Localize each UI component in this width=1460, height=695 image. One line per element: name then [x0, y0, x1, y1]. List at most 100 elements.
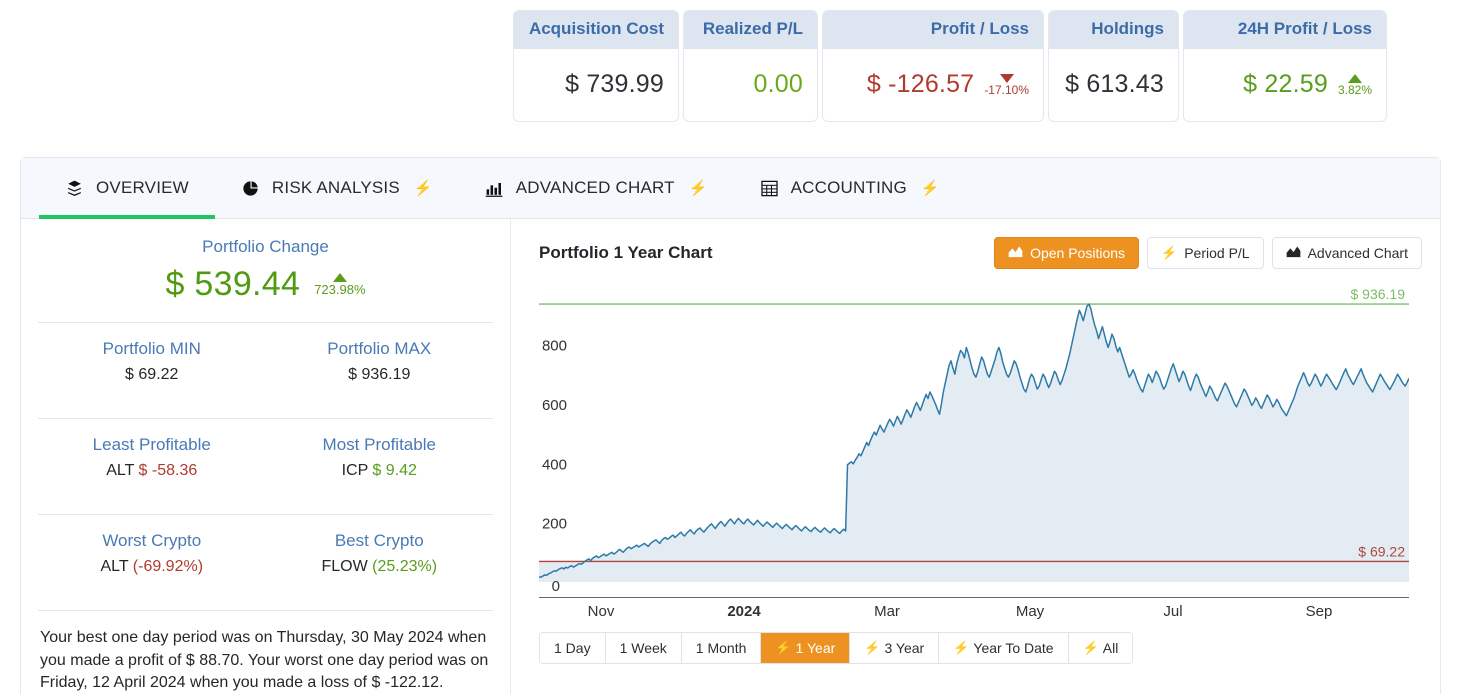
worst-crypto-cell: Worst Crypto ALT (-69.92%)	[38, 515, 266, 592]
stat-label: Realized P/L	[684, 11, 817, 49]
lightning-bolt-icon: ⚡	[953, 640, 970, 655]
stat-card-holdings: Holdings $ 613.43	[1048, 10, 1179, 122]
period-all[interactable]: ⚡ All	[1068, 633, 1133, 663]
svg-text:Sep: Sep	[1306, 603, 1333, 620]
stat-body: 0.00	[684, 49, 817, 121]
period-label: Year To Date	[973, 640, 1054, 656]
period-summary-text: Your best one day period was on Thursday…	[40, 629, 489, 692]
lightning-bolt-icon: ⚡	[775, 640, 792, 655]
least-profitable-label: Least Profitable	[92, 435, 211, 454]
period-label: 3 Year	[884, 640, 925, 656]
svg-text:200: 200	[542, 516, 567, 533]
stat-value: 0.00	[753, 70, 803, 99]
most-profitable-cell: Most Profitable ICP $ 9.42	[266, 419, 494, 496]
lightning-bolt-icon: ⚡	[864, 640, 881, 655]
svg-text:May: May	[1016, 603, 1045, 620]
portfolio-chart[interactable]: 200 400 600 800 0 $ 936.19 $ 69.22	[539, 286, 1409, 598]
period-label: 1 Year	[795, 640, 836, 656]
stat-card-realized-pl: Realized P/L 0.00	[683, 10, 818, 122]
period-1-year[interactable]: ⚡ 1 Year	[761, 633, 851, 663]
least-profitable-value: ALT $ -58.36	[38, 462, 266, 480]
least-profitable-cell: Least Profitable ALT $ -58.36	[38, 419, 266, 496]
svg-text:0: 0	[552, 578, 560, 595]
min-max-row: Portfolio MIN $ 69.22 Portfolio MAX $ 93…	[38, 323, 493, 400]
portfolio-min-cell: Portfolio MIN $ 69.22	[38, 323, 266, 400]
table-grid-icon	[760, 179, 779, 198]
button-label: Open Positions	[1030, 245, 1126, 261]
panel-body: Portfolio Change $ 539.44 723.98% Portfo…	[21, 219, 1440, 694]
tab-overview[interactable]: OVERVIEW	[39, 158, 215, 219]
period-selector: 1 Day 1 Week 1 Month ⚡ 1 Year ⚡ 3 Year ⚡ Ye…	[539, 632, 1134, 664]
stat-delta: -17.10%	[984, 73, 1029, 97]
svg-text:Nov: Nov	[588, 603, 615, 620]
button-label: Period P/L	[1184, 245, 1250, 261]
tab-advanced-chart[interactable]: ADVANCED CHART ⚡	[459, 158, 734, 219]
chart-x-axis: Nov 2024 Mar May Jul Sep	[539, 598, 1409, 626]
pie-chart-icon	[241, 179, 260, 198]
most-profitable-value: ICP $ 9.42	[266, 462, 494, 480]
stat-value: $ 739.99	[565, 70, 664, 99]
profitability-row: Least Profitable ALT $ -58.36 Most Profi…	[38, 419, 493, 496]
chart-section: Portfolio 1 Year Chart Open Positions ⚡ …	[511, 219, 1440, 694]
portfolio-min-label: Portfolio MIN	[102, 339, 201, 358]
stat-body: $ 739.99	[514, 49, 678, 121]
svg-text:600: 600	[542, 397, 567, 414]
lightning-bolt-icon: ⚡	[1082, 640, 1099, 655]
open-positions-button[interactable]: Open Positions	[994, 237, 1140, 269]
period-1-week[interactable]: 1 Week	[605, 633, 682, 663]
portfolio-change-label: Portfolio Change	[202, 237, 329, 256]
worst-crypto-symbol: ALT	[100, 558, 129, 575]
most-profitable-symbol: ICP	[341, 462, 368, 479]
tab-label: RISK ANALYSIS	[271, 178, 400, 197]
area-chart-icon	[1008, 245, 1023, 261]
crypto-performance-row: Worst Crypto ALT (-69.92%) Best Crypto F…	[38, 515, 493, 592]
stat-card-24h-profit-loss: 24H Profit / Loss $ 22.59 3.82%	[1183, 10, 1387, 122]
chart-mode-buttons: Open Positions ⚡ Period P/L Advanced Cha…	[994, 237, 1422, 269]
stat-delta-label: -17.10%	[984, 82, 1029, 97]
stat-delta: 3.82%	[1338, 73, 1372, 97]
lightning-bolt-icon: ⚡	[688, 180, 708, 197]
portfolio-change-percent-label: 723.98%	[314, 281, 366, 297]
stat-body: $ 22.59 3.82%	[1184, 49, 1386, 121]
portfolio-change-percent: 723.98%	[314, 272, 366, 297]
stat-label: Profit / Loss	[823, 11, 1043, 49]
x-axis-canvas: Nov 2024 Mar May Jul Sep	[588, 603, 1333, 620]
stat-value: $ 613.43	[1065, 70, 1164, 99]
area-chart-icon	[1286, 245, 1301, 261]
best-crypto-value: FLOW (25.23%)	[266, 558, 494, 576]
stat-body: $ -126.57 -17.10%	[823, 49, 1043, 121]
stat-body: $ 613.43	[1049, 49, 1178, 121]
stat-value: $ -126.57	[866, 70, 975, 99]
portfolio-change-value-row: $ 539.44 723.98%	[38, 265, 493, 304]
svg-text:$ 69.22: $ 69.22	[1358, 543, 1405, 559]
best-crypto-symbol: FLOW	[321, 558, 368, 575]
chart-header: Portfolio 1 Year Chart Open Positions ⚡ …	[539, 237, 1422, 269]
period-1-month[interactable]: 1 Month	[681, 633, 762, 663]
lightning-bolt-icon: ⚡	[1161, 245, 1178, 260]
tab-risk-analysis[interactable]: RISK ANALYSIS ⚡	[215, 158, 459, 219]
period-label: 1 Day	[554, 640, 591, 656]
worst-crypto-percent: (-69.92%)	[132, 558, 204, 575]
button-label: Advanced Chart	[1307, 245, 1408, 261]
period-pl-button[interactable]: ⚡ Period P/L	[1147, 237, 1264, 269]
bar-chart-icon	[485, 179, 504, 198]
svg-text:Jul: Jul	[1163, 603, 1182, 620]
period-year-to-date[interactable]: ⚡ Year To Date	[939, 633, 1069, 663]
triangle-up-icon	[1347, 73, 1362, 83]
least-profitable-symbol: ALT	[106, 462, 135, 479]
period-3-year[interactable]: ⚡ 3 Year	[850, 633, 940, 663]
svg-text:$ 936.19: $ 936.19	[1351, 286, 1406, 302]
best-crypto-label: Best Crypto	[334, 531, 424, 550]
chart-title: Portfolio 1 Year Chart	[539, 243, 713, 262]
chart-canvas: 200 400 600 800 0 $ 936.19 $ 69.22	[539, 286, 1409, 598]
period-1-day[interactable]: 1 Day	[540, 633, 606, 663]
portfolio-max-cell: Portfolio MAX $ 936.19	[266, 323, 494, 400]
best-crypto-percent: (25.23%)	[372, 558, 438, 575]
lightning-bolt-icon: ⚡	[413, 180, 433, 197]
tab-accounting[interactable]: ACCOUNTING ⚡	[734, 158, 966, 219]
stat-label: 24H Profit / Loss	[1184, 11, 1386, 49]
triangle-up-icon	[332, 272, 347, 282]
worst-crypto-value: ALT (-69.92%)	[38, 558, 266, 576]
advanced-chart-button[interactable]: Advanced Chart	[1271, 237, 1422, 269]
worst-crypto-label: Worst Crypto	[102, 531, 202, 550]
